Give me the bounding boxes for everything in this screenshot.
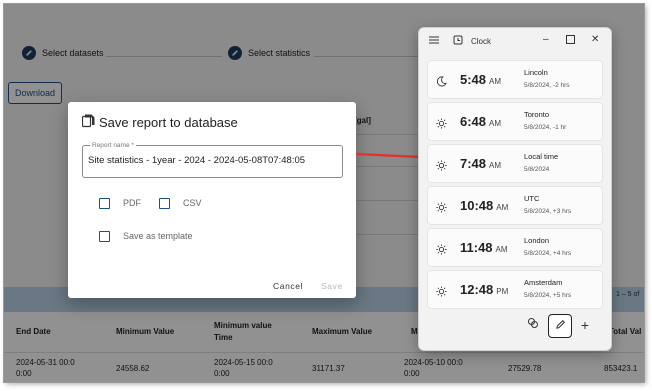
maximize-icon[interactable] <box>566 35 575 46</box>
csv-label: CSV <box>183 198 202 208</box>
clock-time: 10:48 AM <box>460 198 509 213</box>
clock-toolbar: + <box>522 312 598 338</box>
report-name-input[interactable]: Site statistics - 1year - 2024 - 2024-05… <box>88 155 305 166</box>
clock-window: Clock – ✕ 5:48 AM Lincoln 5/8/2024, -2 hr… <box>418 27 612 351</box>
sun-icon <box>436 200 447 218</box>
clock-time: 12:48 PM <box>460 282 509 297</box>
clock-city: Lincoln <box>524 68 548 77</box>
save-as-template-label: Save as template <box>123 231 193 241</box>
clock-time: 7:48 AM <box>460 156 502 171</box>
pdf-checkbox[interactable] <box>99 198 110 209</box>
add-clock-button[interactable]: + <box>574 314 596 336</box>
clock-title: Clock <box>471 37 492 46</box>
clock-detail: 5/8/2024, +3 hrs <box>524 208 572 215</box>
compare-clocks-icon <box>527 316 539 334</box>
document-copy-icon <box>81 114 95 131</box>
sun-icon <box>436 116 447 134</box>
edit-button[interactable] <box>548 314 572 338</box>
clock-city: Amsterdam <box>524 278 563 287</box>
moon-icon <box>436 74 447 92</box>
pdf-label: PDF <box>123 198 141 208</box>
compare-time-button[interactable] <box>522 314 544 336</box>
sun-icon <box>436 242 447 260</box>
save-button[interactable]: Save <box>321 281 343 291</box>
sun-icon <box>436 158 447 176</box>
clock-time: 5:48 AM <box>460 72 502 87</box>
hamburger-menu-icon[interactable] <box>429 36 439 46</box>
clock-detail: 5/8/2024 <box>524 166 550 173</box>
clock-card-lincoln[interactable]: 5:48 AM Lincoln 5/8/2024, -2 hrs <box>427 60 603 99</box>
clock-card-local-time[interactable]: 7:48 AM Local time 5/8/2024 <box>427 144 603 183</box>
clock-detail: 5/8/2024, +5 hrs <box>524 292 572 299</box>
save-as-template-checkbox[interactable] <box>99 231 110 242</box>
clock-detail: 5/8/2024, -1 hr <box>524 124 567 131</box>
clock-titlebar: Clock – ✕ <box>419 28 611 54</box>
clock-detail: 5/8/2024, +4 hrs <box>524 250 572 257</box>
clock-time: 6:48 AM <box>460 114 502 129</box>
clock-city: London <box>524 236 550 245</box>
report-name-label: Report name * <box>90 141 136 150</box>
clock-card-utc[interactable]: 10:48 AM UTC 5/8/2024, +3 hrs <box>427 186 603 225</box>
dialog-title: Save report to database <box>81 114 238 131</box>
clock-detail: 5/8/2024, -2 hrs <box>524 82 570 89</box>
csv-checkbox[interactable] <box>159 198 170 209</box>
clock-time: 11:48 AM <box>460 240 508 255</box>
clock-card-amsterdam[interactable]: 12:48 PM Amsterdam 5/8/2024, +5 hrs <box>427 270 603 309</box>
save-report-dialog: Save report to database Report name * Si… <box>68 102 356 298</box>
clock-city: UTC <box>524 194 540 203</box>
pencil-icon <box>555 317 566 335</box>
sun-icon <box>436 284 447 302</box>
plus-icon: + <box>580 317 590 333</box>
clock-app-icon <box>453 35 463 47</box>
clock-city: Local time <box>524 152 559 161</box>
clock-card-london[interactable]: 11:48 AM London 5/8/2024, +4 hrs <box>427 228 603 267</box>
report-name-field[interactable]: Report name * Site statistics - 1year - … <box>82 141 343 178</box>
clock-city: Toronto <box>524 110 550 119</box>
close-icon[interactable]: ✕ <box>591 34 599 45</box>
clock-card-toronto[interactable]: 6:48 AM Toronto 5/8/2024, -1 hr <box>427 102 603 141</box>
cancel-button[interactable]: Cancel <box>273 281 303 291</box>
screenshot-frame: Select datasets Select statistics Downlo… <box>4 4 644 382</box>
dialog-title-text: Save report to database <box>99 115 238 130</box>
minimize-icon[interactable]: – <box>543 34 549 45</box>
